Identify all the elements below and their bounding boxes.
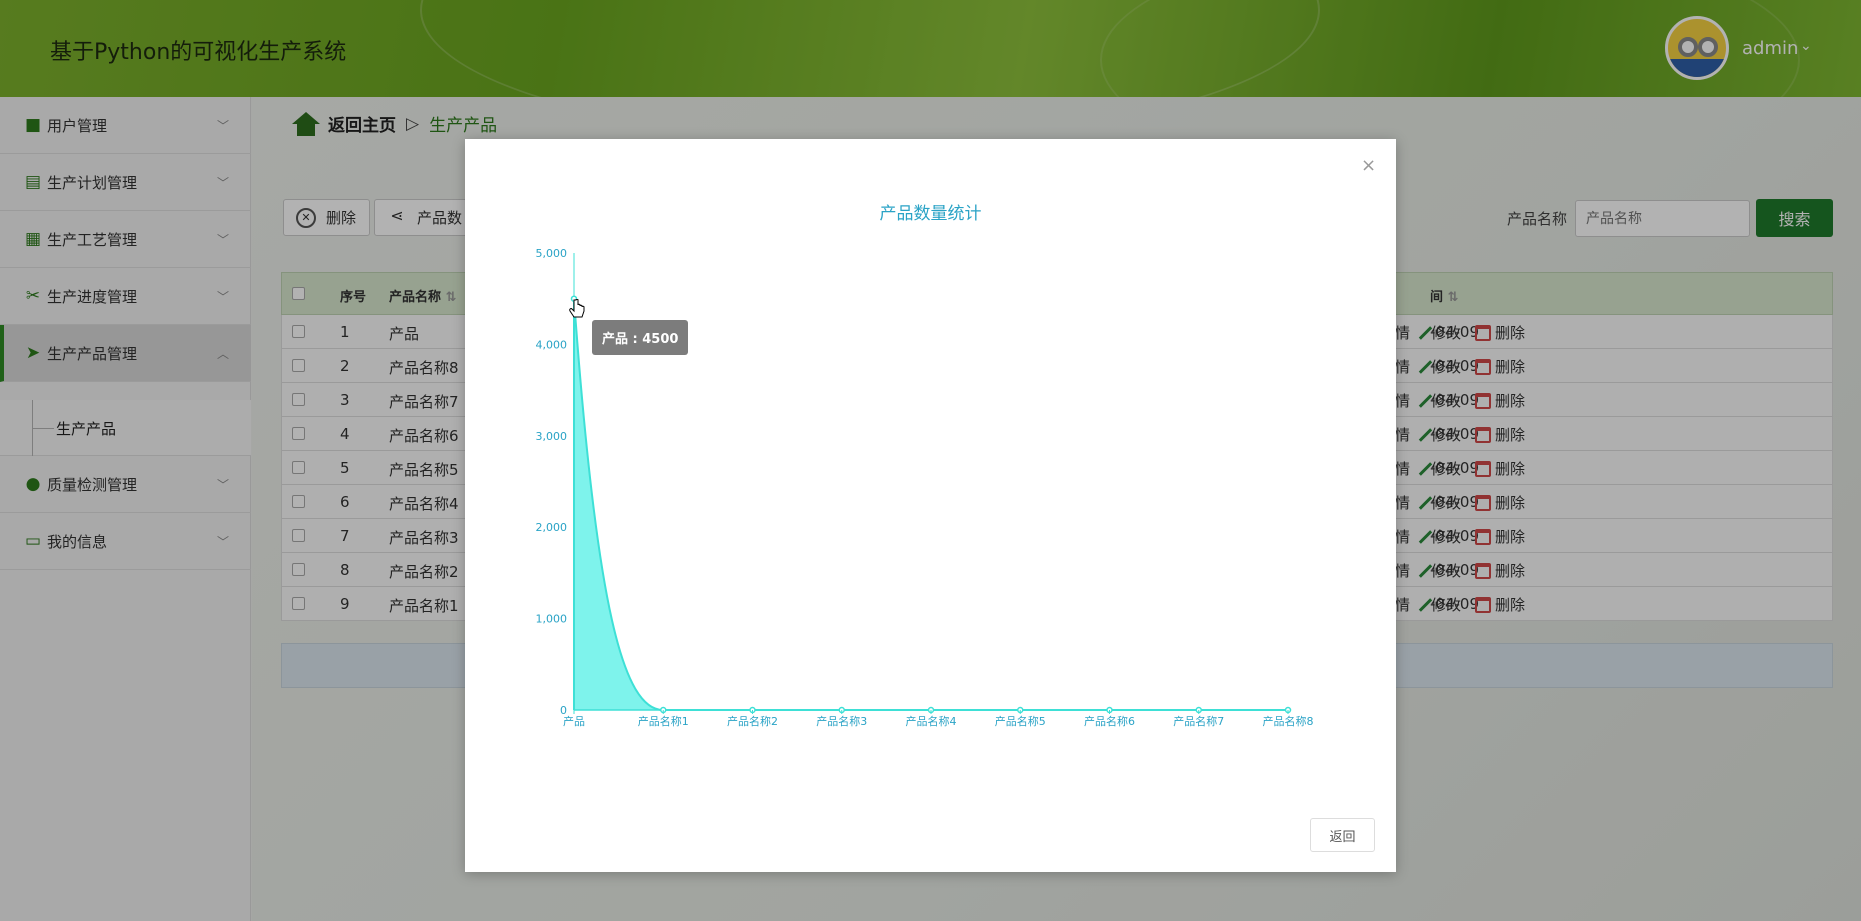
product-count-chart: 01,0002,0003,0004,0005,000产品 产品名称1 产品名称2 产品…: [536, 247, 1314, 728]
y-tick-label: 2,000: [536, 521, 568, 534]
x-tick-label: 产品名称6: [1084, 714, 1135, 728]
hand-cursor-icon: [569, 299, 585, 318]
chart-tooltip: 产品 : 4500: [592, 320, 689, 355]
y-tick-label: 5,000: [536, 247, 568, 260]
series-area: [574, 298, 1288, 710]
x-tick-label: 产品名称4: [906, 714, 957, 728]
x-tick-label: 产品名称3: [816, 714, 867, 728]
y-tick-label: 1,000: [536, 613, 568, 626]
back-button[interactable]: 返回: [1310, 818, 1375, 852]
y-tick-label: 3,000: [536, 430, 568, 443]
x-tick-label: 产品名称2: [727, 714, 778, 728]
x-tick-label: 产品: [563, 714, 585, 728]
chart-modal: × 产品数量统计 0 1,000 2,000 3,000 4,000 5,000 产品 产品名…: [465, 139, 1396, 872]
x-tick-label: 产品名称8: [1263, 714, 1314, 728]
x-tick-label: 产品名称5: [995, 714, 1046, 728]
series-line: [573, 298, 1288, 711]
x-tick-label: 产品名称1: [638, 714, 689, 728]
x-tick-label: 产品名称7: [1173, 714, 1224, 728]
y-tick-label: 4,000: [536, 338, 568, 351]
